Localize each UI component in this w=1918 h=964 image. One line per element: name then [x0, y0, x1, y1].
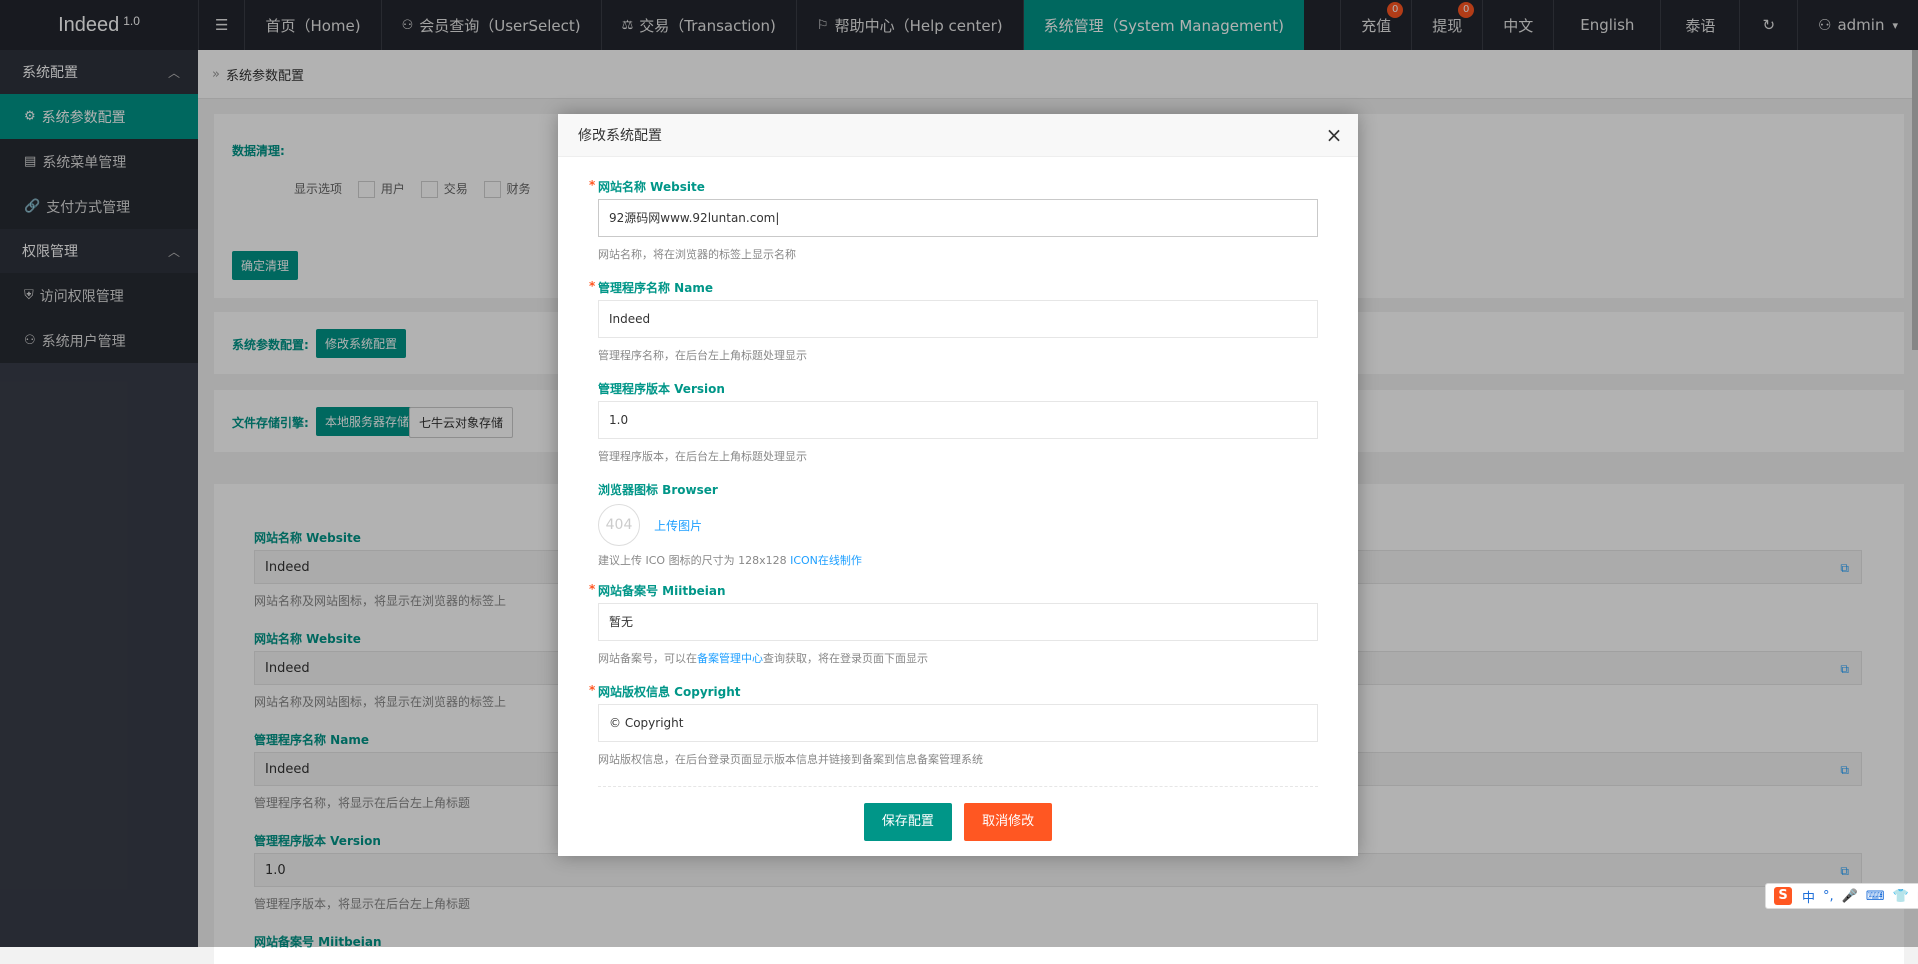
miitbeian-tip: 网站备案号，可以在备案管理中心查询获取，将在登录页面下面显示: [598, 650, 1318, 666]
website-input[interactable]: 92源码网www.92luntan.com|: [598, 199, 1318, 237]
modal-title: 修改系统配置: [578, 128, 662, 144]
copyright-tip: 网站版权信息，在后台登录页面显示版本信息并链接到备案到信息备案管理系统: [598, 753, 983, 766]
name-label-text: 管理程序名称 Name: [598, 281, 713, 295]
version-label: 管理程序版本 Version: [598, 382, 725, 396]
version-input-value: 1.0: [609, 413, 629, 427]
close-icon[interactable]: ×: [1322, 123, 1346, 147]
icon-maker-link[interactable]: ICON在线制作: [790, 554, 862, 567]
miitbeian-label-text: 网站备案号 Miitbeian: [598, 584, 726, 598]
edit-config-modal: 修改系统配置 × * 网站名称 Website 92源码网www.92luntan…: [558, 114, 1358, 856]
keyboard-icon[interactable]: ⌨: [1866, 889, 1885, 904]
copyright-field: * 网站版权信息 Copyright © Copyright 网站版权信息，在后台…: [589, 683, 1318, 767]
name-input[interactable]: Indeed: [598, 300, 1318, 338]
website-tip: 网站名称，将在浏览器的标签上显示名称: [598, 248, 796, 261]
save-config-button[interactable]: 保存配置: [863, 803, 952, 841]
copyright-label-text: 网站版权信息 Copyright: [598, 685, 741, 699]
upload-image-link[interactable]: 上传图片: [654, 519, 702, 533]
beian-center-link[interactable]: 备案管理中心: [697, 652, 763, 665]
website-field: * 网站名称 Website 92源码网www.92luntan.com| 网站名…: [589, 178, 1318, 262]
copyright-label: * 网站版权信息 Copyright: [589, 683, 1318, 701]
browser-icon-field: 浏览器图标 Browser 404 上传图片 建议上传 ICO 图标的尺寸为 1…: [598, 481, 1318, 568]
miitbeian-input-value: 暂无: [609, 615, 634, 629]
name-field: * 管理程序名称 Name Indeed 管理程序名称，在后台左上角标题处理显示: [589, 279, 1318, 363]
miitbeian-tip-b: 查询获取，将在登录页面下面显示: [763, 652, 928, 665]
browser-tip: 建议上传 ICO 图标的尺寸为 128x128 ICON在线制作: [598, 552, 1318, 568]
name-input-value: Indeed: [609, 312, 651, 326]
name-label: * 管理程序名称 Name: [589, 279, 1318, 297]
modal-header: 修改系统配置 ×: [558, 114, 1358, 157]
copyright-input-value: © Copyright: [609, 716, 684, 730]
miitbeian-tip-a: 网站备案号，可以在: [598, 652, 697, 665]
modal-divider: [598, 786, 1318, 787]
cancel-modify-button[interactable]: 取消修改: [964, 803, 1053, 841]
browser-tip-text: 建议上传 ICO 图标的尺寸为 128x128: [598, 554, 791, 567]
modal-actions: 保存配置 取消修改: [558, 803, 1358, 841]
ime-toolbar[interactable]: S 中 °, 🎤 ⌨ 👕 ▦: [1765, 883, 1918, 909]
copyright-input[interactable]: © Copyright: [598, 704, 1318, 742]
text-cursor: |: [775, 211, 780, 225]
website-label-text: 网站名称 Website: [598, 180, 705, 194]
sogou-logo: S: [1774, 887, 1792, 905]
version-field: 管理程序版本 Version 1.0 管理程序版本，在后台左上角标题处理显示: [598, 380, 1318, 464]
version-input[interactable]: 1.0: [598, 401, 1318, 439]
required-mark: *: [589, 178, 596, 192]
skin-icon[interactable]: 👕: [1893, 889, 1909, 904]
name-tip: 管理程序名称，在后台左上角标题处理显示: [598, 349, 807, 362]
ime-punctuation[interactable]: °,: [1823, 889, 1834, 904]
website-label: * 网站名称 Website: [589, 178, 1318, 196]
miitbeian-field: * 网站备案号 Miitbeian 暂无 网站备案号，可以在备案管理中心查询获取，…: [589, 582, 1318, 666]
version-tip: 管理程序版本，在后台左上角标题处理显示: [598, 450, 807, 463]
miitbeian-label: * 网站备案号 Miitbeian: [589, 582, 1318, 600]
required-mark: *: [589, 279, 596, 293]
browser-icon-preview: 404: [598, 504, 640, 546]
required-mark: *: [589, 683, 596, 697]
miitbeian-input[interactable]: 暂无: [598, 603, 1318, 641]
website-input-value: 92源码网www.92luntan.com: [609, 211, 776, 225]
browser-upload-row: 404 上传图片: [598, 504, 1318, 546]
required-mark: *: [589, 582, 596, 596]
browser-label: 浏览器图标 Browser: [598, 483, 718, 497]
ime-chinese-mode[interactable]: 中: [1802, 887, 1815, 906]
microphone-icon[interactable]: 🎤: [1842, 889, 1858, 904]
